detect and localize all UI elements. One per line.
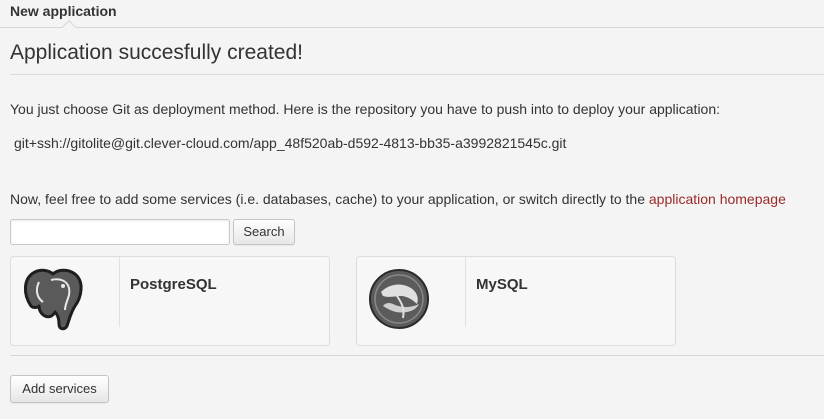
service-name-postgresql: PostgreSQL [130,276,217,293]
tab-new-application[interactable]: New application [10,3,117,19]
page-title: Application succesfully created! [10,41,303,64]
deployment-intro-text: You just choose Git as deployment method… [10,101,721,117]
application-homepage-link[interactable]: application homepage [649,191,786,207]
service-search-input[interactable] [10,219,230,245]
search-button[interactable]: Search [233,219,295,245]
tab-bar: New application [0,0,824,35]
title-divider [10,74,824,75]
repository-url: git+ssh://gitolite@git.clever-cloud.com/… [14,135,567,151]
service-card-mysql[interactable]: MySQL [356,256,676,346]
service-name-mysql: MySQL [476,276,528,293]
services-divider [10,355,824,356]
service-card-postgresql[interactable]: PostgreSQL [10,256,330,346]
postgresql-elephant-icon [11,257,120,331]
services-hint-text: Now, feel free to add some services (i.e… [10,191,786,207]
add-services-button[interactable]: Add services [10,375,109,403]
mysql-dolphin-icon [357,257,466,329]
tab-pointer-arrow [61,19,77,35]
services-hint-label: Now, feel free to add some services (i.e… [10,191,649,207]
